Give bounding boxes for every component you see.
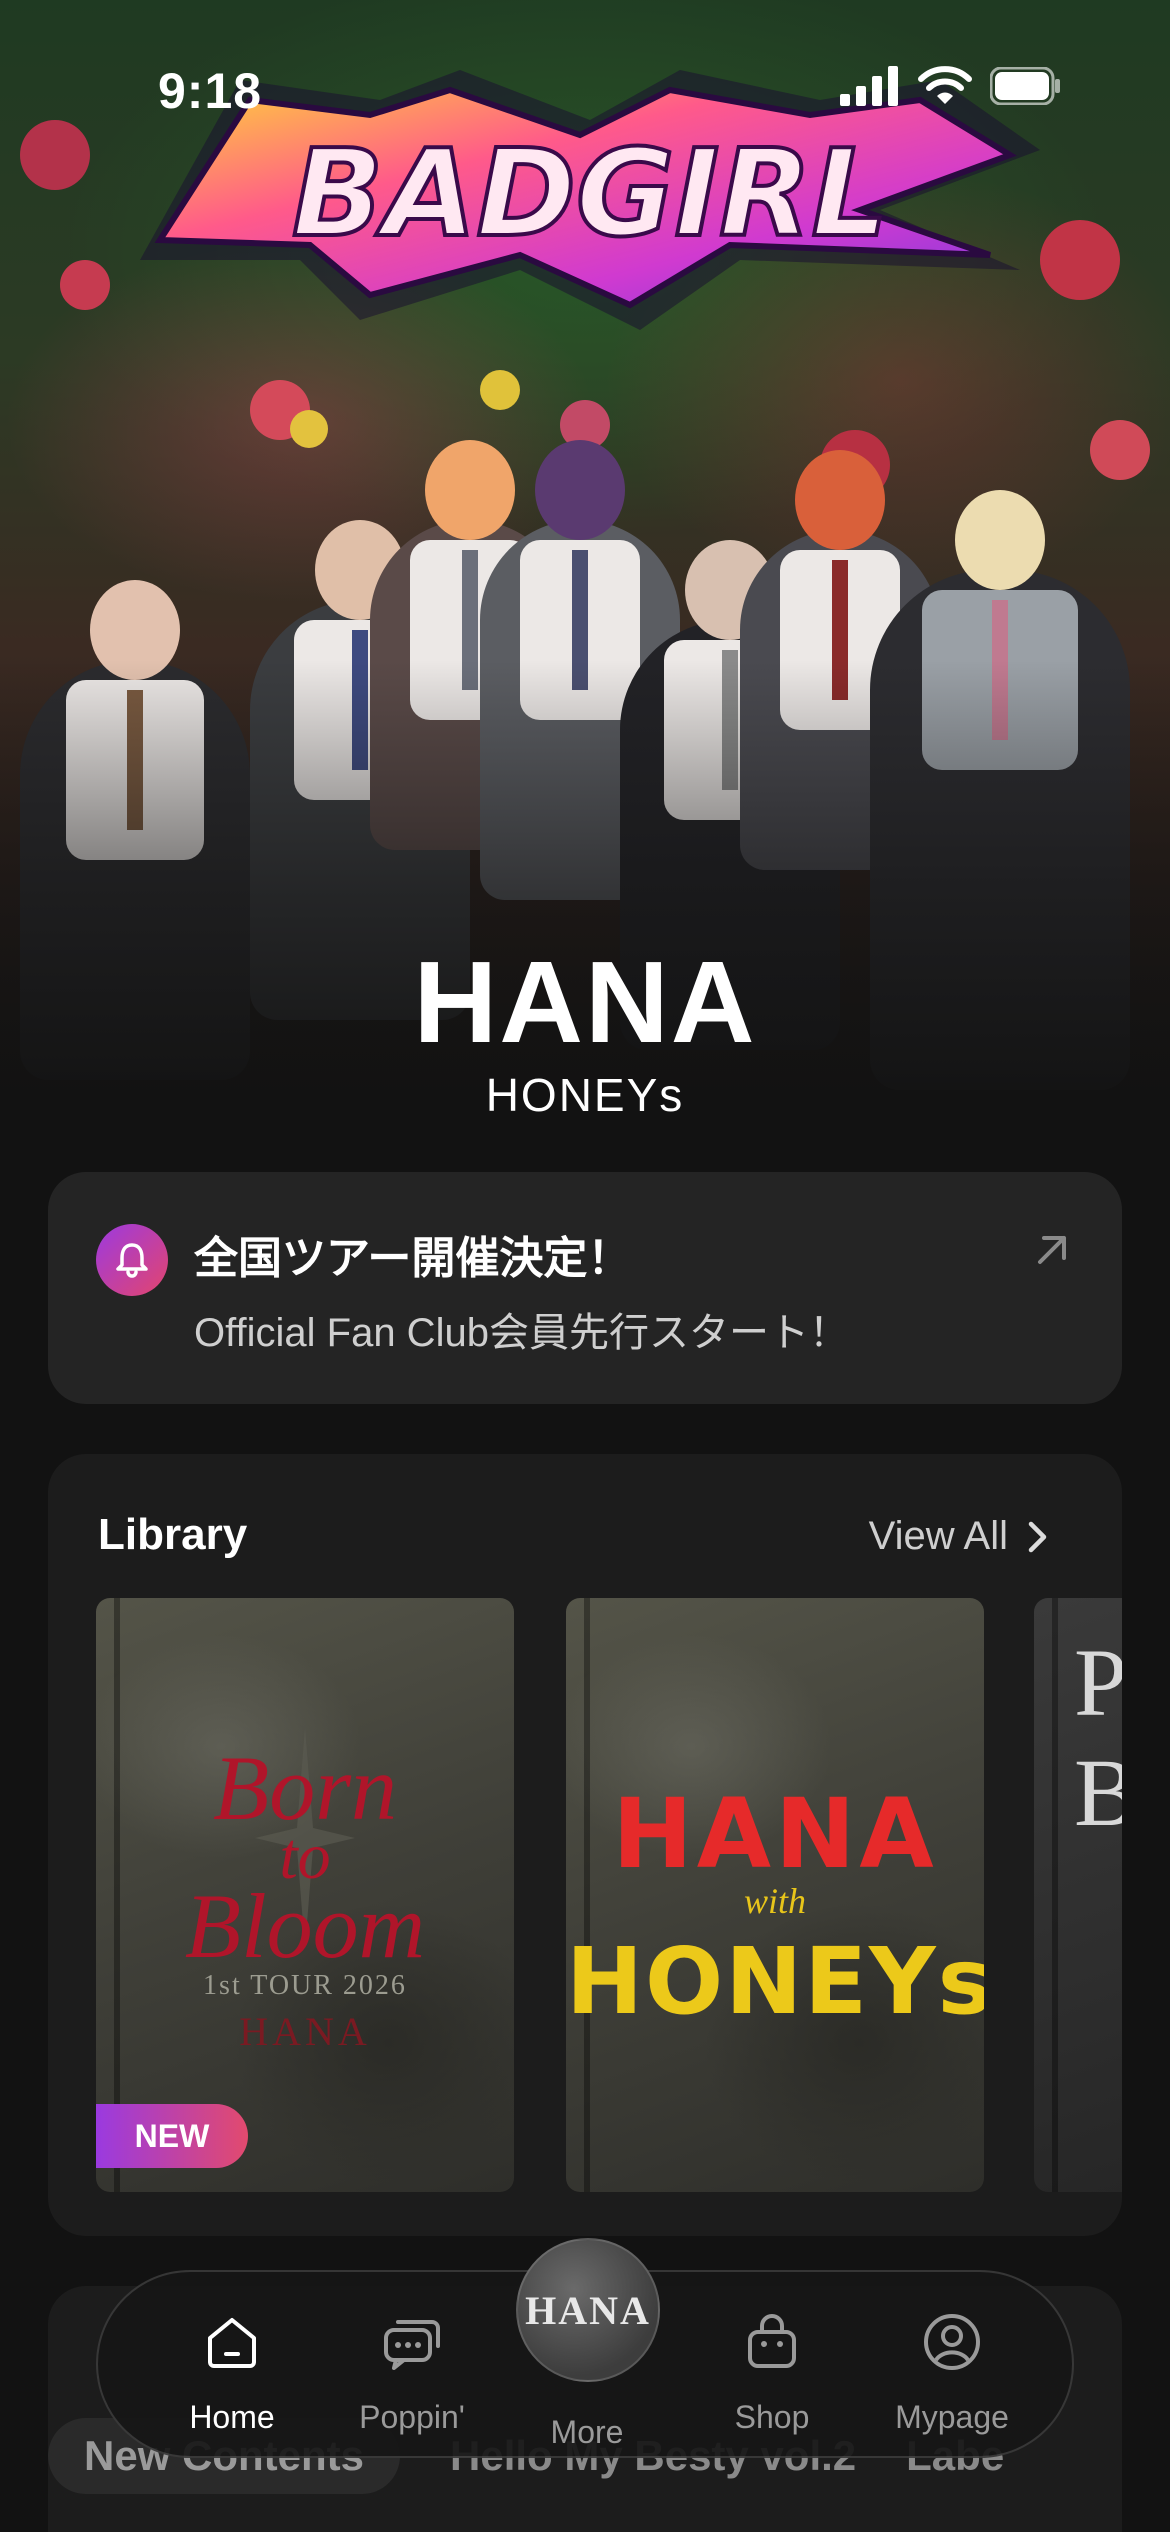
book-title-bottom: HONEYs bbox=[566, 1928, 984, 2035]
shopping-bag-icon bbox=[748, 2314, 796, 2368]
library-section: Library View All Born to Bloom 1st TOUR … bbox=[48, 1454, 1122, 2236]
chevron-right-icon bbox=[1028, 1521, 1047, 1552]
status-bar: 9:18 bbox=[0, 0, 1170, 140]
tour-notice-card[interactable]: 全国ツアー開催決定！ Official Fan Club会員先行スタート！ bbox=[48, 1172, 1122, 1404]
artist-name: HANA bbox=[413, 937, 757, 1067]
book-title-top: HANA bbox=[612, 1778, 938, 1890]
arrow-up-right-icon bbox=[1038, 1236, 1066, 1264]
tab-more[interactable]: More bbox=[497, 2310, 677, 2451]
notice-subtitle: Official Fan Club会員先行スタート！ bbox=[194, 1311, 849, 1355]
flower-decoration bbox=[290, 410, 328, 448]
view-all-link[interactable]: View All bbox=[869, 1514, 1050, 1559]
bell-icon bbox=[96, 1224, 168, 1296]
app-screen: BADGIRL HANA HONEYs 9:18 全国ツアー開催決定！ Offi… bbox=[0, 0, 1170, 2532]
tab-mypage[interactable]: Mypage bbox=[862, 2310, 1042, 2436]
book-partial-title: P B bbox=[1074, 1629, 1122, 1846]
notice-title: 全国ツアー開催決定！ bbox=[194, 1234, 632, 1283]
new-badge: NEW bbox=[96, 2104, 248, 2168]
book-title-mid: with bbox=[743, 1881, 806, 1921]
tab-label: Poppin' bbox=[359, 2399, 465, 2435]
battery-icon bbox=[990, 67, 1060, 105]
svg-text:BADGIRL: BADGIRL bbox=[292, 125, 888, 264]
view-all-label: View All bbox=[868, 1514, 1008, 1558]
cellular-signal-icon bbox=[840, 66, 898, 106]
flower-decoration bbox=[60, 260, 110, 310]
status-icons bbox=[840, 66, 1062, 106]
flower-decoration bbox=[480, 370, 520, 410]
book-tour-label: 1st TOUR 2026 bbox=[203, 1970, 407, 2001]
status-time: 9:18 bbox=[158, 63, 263, 119]
library-book-born-to-bloom[interactable]: Born to Bloom 1st TOUR 2026 HANA NEW bbox=[96, 1598, 514, 2192]
tab-shop[interactable]: Shop bbox=[682, 2310, 862, 2436]
user-circle-icon bbox=[924, 2314, 980, 2370]
tab-label: Shop bbox=[734, 2399, 810, 2435]
tab-label: More bbox=[550, 2414, 624, 2450]
tab-home[interactable]: Home bbox=[142, 2310, 322, 2436]
library-book-hana-with-honeys[interactable]: HANA with HONEYs bbox=[566, 1598, 984, 2192]
library-book-partial[interactable]: P B bbox=[1034, 1598, 1122, 2192]
flower-decoration bbox=[1090, 420, 1150, 480]
book-artist-label: HANA bbox=[239, 2009, 371, 2054]
chat-bubbles-icon bbox=[384, 2320, 440, 2370]
tab-label: Home bbox=[189, 2399, 275, 2435]
tab-label: Mypage bbox=[895, 2399, 1009, 2435]
tab-poppin[interactable]: Poppin' bbox=[322, 2310, 502, 2436]
book-title: Born to Bloom bbox=[184, 1737, 426, 1977]
hero-banner: BADGIRL HANA HONEYs bbox=[0, 0, 1170, 1180]
home-icon bbox=[208, 2318, 256, 2368]
wifi-icon bbox=[918, 66, 972, 104]
library-title: Library bbox=[98, 1510, 248, 1559]
bottom-tab-bar: Home Poppin' HANA More Shop Mypage bbox=[96, 2238, 1074, 2458]
artist-subtitle: HONEYs bbox=[485, 1069, 685, 1121]
